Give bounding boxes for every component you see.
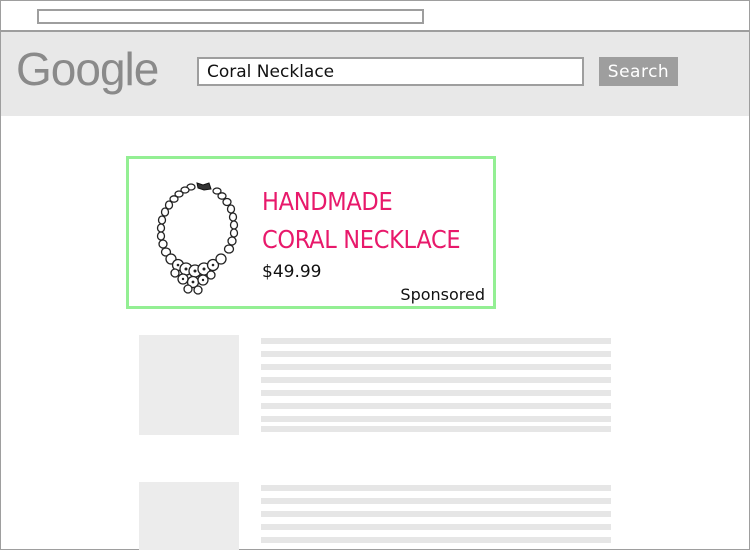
search-header: Google Search: [1, 32, 749, 116]
result-text-line: [261, 364, 611, 370]
browser-toolbar: [1, 1, 749, 32]
search-result-placeholder[interactable]: [139, 482, 611, 550]
result-text-line: [261, 537, 611, 543]
google-logo[interactable]: Google: [16, 46, 159, 92]
ad-price: $49.99: [262, 262, 322, 282]
sponsored-label: Sponsored: [400, 285, 485, 304]
search-button[interactable]: Search: [599, 57, 678, 86]
result-text-line: [261, 498, 611, 504]
sponsored-ad[interactable]: HANDMADE CORAL NECKLACE $49.99 Sponsored: [126, 156, 496, 309]
result-text-line: [261, 377, 611, 383]
result-text-line: [261, 524, 611, 530]
address-bar[interactable]: [37, 9, 424, 24]
result-thumbnail: [139, 335, 239, 435]
result-thumbnail: [139, 482, 239, 550]
result-text-line: [261, 426, 611, 432]
ad-title[interactable]: HANDMADE CORAL NECKLACE: [262, 183, 461, 259]
search-result-placeholder[interactable]: [139, 335, 611, 435]
result-text-line: [261, 338, 611, 344]
result-text-line: [261, 351, 611, 357]
result-text-line: [261, 485, 611, 491]
result-text-line: [261, 416, 611, 422]
result-text-line: [261, 511, 611, 517]
result-text-line: [261, 390, 611, 396]
search-input[interactable]: [197, 57, 584, 86]
result-text-line: [261, 403, 611, 409]
necklace-image[interactable]: [141, 169, 246, 297]
